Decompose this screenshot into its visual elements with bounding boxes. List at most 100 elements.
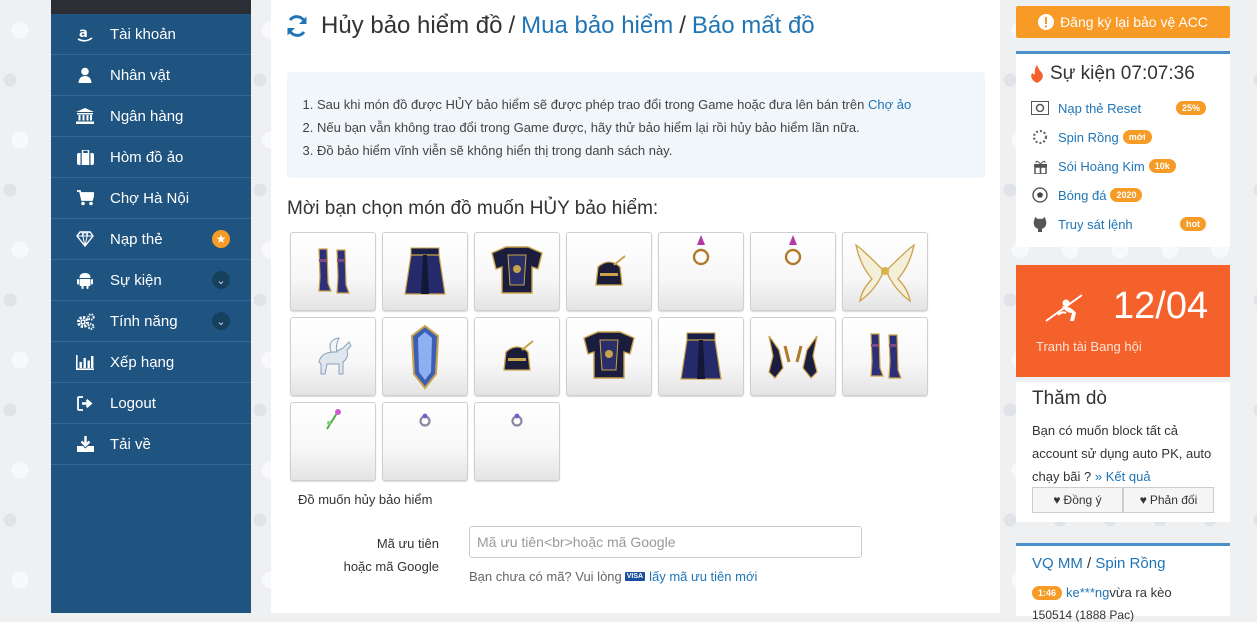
get-code-link[interactable]: lấy mã ưu tiên mới	[649, 569, 757, 584]
sidebar-item-label: Tải về	[110, 435, 151, 453]
bank-icon	[73, 108, 97, 124]
chevron-down-icon: ⌄	[212, 271, 230, 289]
sidebar-item-events[interactable]: Sự kiện ⌄	[51, 260, 251, 301]
main-panel: Hủy bảo hiểm đồ / Mua bảo hiểm / Báo mất…	[271, 0, 1000, 613]
item-slot-helmet[interactable]	[566, 232, 652, 311]
item-slot-shield[interactable]	[382, 317, 468, 396]
item-slot-small-ring[interactable]	[474, 402, 560, 481]
amazon-icon: a	[73, 25, 97, 43]
event-item-golden-wolf[interactable]: Sói Hoàng Kim 10k	[1030, 156, 1220, 176]
priority-code-input[interactable]	[469, 526, 862, 558]
lucky-wheel-title: VQ MM / Spin Rồng	[1032, 555, 1165, 572]
download-icon	[73, 436, 97, 452]
winner-user-link[interactable]: ke***ng	[1066, 585, 1109, 600]
sidebar-item-logout[interactable]: Logout	[51, 383, 251, 424]
sidebar-item-market[interactable]: Chợ Hà Nội	[51, 178, 251, 219]
android-icon	[73, 272, 97, 289]
event-item-spin-dragon[interactable]: Spin Rồng mới	[1030, 127, 1220, 147]
winner-detail: 150514 (1888 Pac)	[1032, 608, 1135, 622]
sidebar-item-virtual-chest[interactable]: Hòm đồ ảo	[51, 137, 251, 178]
sidebar-item-label: Ngân hàng	[110, 107, 184, 125]
report-lost-link[interactable]: Báo mất đồ	[692, 12, 815, 40]
github-icon	[1030, 216, 1050, 232]
item-slot-armor[interactable]	[474, 232, 560, 311]
poll-result-link[interactable]: » Kết quả	[1095, 469, 1151, 484]
sidebar-item-topup[interactable]: Nạp thẻ ★	[51, 219, 251, 260]
double-chevron-right-icon: »	[1094, 469, 1103, 484]
item-slot-pegasus[interactable]	[290, 317, 376, 396]
notice-line: Đồ bảo hiểm vĩnh viễn sẽ không hiển thị …	[317, 139, 985, 162]
title-separator: /	[508, 12, 516, 39]
sidebar-item-download[interactable]: Tải về	[51, 424, 251, 465]
exclamation-circle-icon	[1038, 14, 1055, 30]
event-item-football[interactable]: Bóng đá 2020	[1030, 185, 1220, 205]
event-badge: mới	[1122, 130, 1152, 144]
sidebar-item-label: Tài khoản	[110, 25, 176, 43]
poll-card: Thăm dò Bạn có muốn block tất cả account…	[1016, 382, 1230, 522]
event-label: Nạp thẻ Reset	[1058, 100, 1142, 116]
visa-card-icon: VISA	[624, 572, 646, 581]
sidebar-item-label: Nạp thẻ	[110, 230, 163, 248]
item-slot-small-ring[interactable]	[382, 402, 468, 481]
item-slot-armor[interactable]	[566, 317, 652, 396]
help-label: Bạn chưa có mã? Vui lòng	[469, 569, 622, 584]
event-label: Bóng đá	[1058, 187, 1107, 203]
item-slot-gloves[interactable]	[750, 317, 836, 396]
item-slot-skirt[interactable]	[658, 317, 744, 396]
buy-insurance-link[interactable]: Mua bảo hiểm	[521, 12, 673, 40]
event-badge: 10k	[1148, 159, 1176, 173]
selected-items-caption: Đồ muốn hủy bảo hiểm	[298, 492, 433, 507]
poll-result-label: Kết quả	[1105, 469, 1151, 484]
tournament-label: Tranh tài Bang hội	[1036, 339, 1142, 354]
sidebar-item-label: Xếp hạng	[110, 353, 175, 371]
label-line: Mã ưu tiên	[376, 536, 439, 551]
agree-button[interactable]: ♥ Đồng ý	[1032, 487, 1123, 513]
item-slot-boots[interactable]	[290, 232, 376, 311]
winner-text: vừa ra kèo	[1109, 585, 1172, 600]
lucky-wheel-link[interactable]: VQ MM	[1032, 555, 1083, 572]
event-item-hunt-order[interactable]: Truy sát lệnh hot	[1030, 214, 1220, 234]
item-slot-wings[interactable]	[842, 232, 928, 311]
priority-code-label: Mã ưu tiên hoặc mã Google	[333, 532, 439, 578]
sidebar-item-label: Tính năng	[110, 312, 178, 330]
notice-line: Sau khi món đồ được HỦY bảo hiểm sẽ được…	[317, 93, 985, 116]
sidebar-item-ranking[interactable]: Xếp hạng	[51, 342, 251, 383]
item-slot-flower[interactable]	[290, 402, 376, 481]
page-title: Hủy bảo hiểm đồ / Mua bảo hiểm / Báo mất…	[285, 12, 815, 40]
sidebar-item-character[interactable]: Nhân vật	[51, 55, 251, 96]
virtual-market-link[interactable]: Chợ ảo	[868, 97, 911, 112]
choose-heading: Mời bạn chọn món đồ muốn HỦY bảo hiểm:	[287, 198, 659, 219]
agree-label: Đồng ý	[1063, 493, 1102, 507]
spinner-icon	[1030, 129, 1050, 145]
poll-title: Thăm dò	[1032, 388, 1107, 409]
soccer-ball-icon	[1030, 187, 1050, 203]
tournament-date: 12/04	[1113, 285, 1209, 327]
item-slot-helmet[interactable]	[474, 317, 560, 396]
disagree-button[interactable]: ♥ Phản đối	[1123, 487, 1214, 513]
item-slot-ring[interactable]	[658, 232, 744, 311]
cart-icon	[73, 190, 97, 206]
sign-out-icon	[73, 395, 97, 411]
event-label: Truy sát lệnh	[1058, 216, 1133, 232]
sidebar-item-label: Sự kiện	[110, 271, 162, 289]
item-slot-boots[interactable]	[842, 317, 928, 396]
refresh-icon	[285, 14, 309, 38]
lucky-wheel-separator: /	[1082, 555, 1096, 572]
sidebar-item-features[interactable]: Tính năng ⌄	[51, 301, 251, 342]
event-label: Sói Hoàng Kim	[1058, 158, 1145, 174]
lucky-wheel-card: VQ MM / Spin Rồng 1:46 ke***ng vừa ra kè…	[1016, 543, 1230, 622]
sidebar-item-account[interactable]: a Tài khoản	[51, 14, 251, 55]
events-title-text: Sự kiện 07:07:36	[1050, 63, 1195, 84]
spin-dragon-link[interactable]: Spin Rồng	[1095, 555, 1165, 572]
register-protection-button[interactable]: Đăng ký lại bảo vệ ACC	[1016, 6, 1230, 38]
help-text: Bạn chưa có mã? Vui lòng VISA lấy mã ưu …	[469, 569, 757, 584]
suitcase-icon	[73, 149, 97, 165]
guild-tournament-banner[interactable]: 12/04 Tranh tài Bang hội	[1016, 265, 1230, 377]
item-slot-ring[interactable]	[750, 232, 836, 311]
fire-icon	[1031, 65, 1043, 83]
poll-question: Bạn có muốn block tất cả account sử dụng…	[1032, 419, 1222, 488]
sidebar-item-bank[interactable]: Ngân hàng	[51, 96, 251, 137]
item-slot-skirt[interactable]	[382, 232, 468, 311]
event-item-topup-reset[interactable]: Nạp thẻ Reset 25%	[1030, 98, 1220, 118]
title-current: Hủy bảo hiểm đồ	[321, 12, 503, 39]
